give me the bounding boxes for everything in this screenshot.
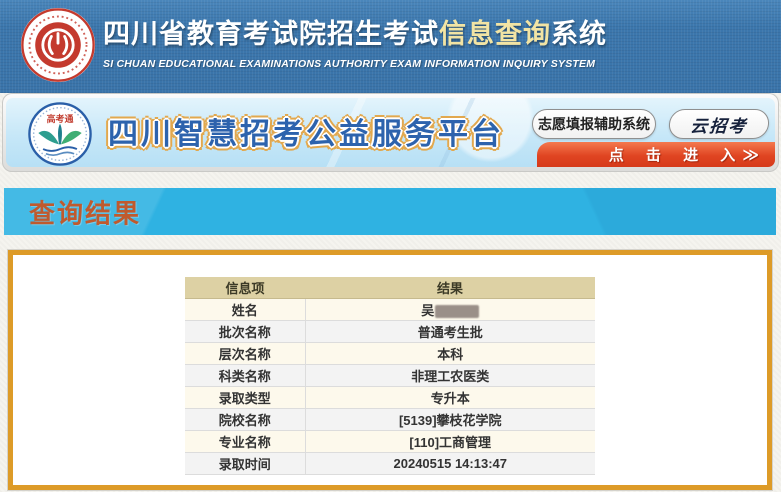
site-subtitle: SI CHUAN EDUCATIONAL EXAMINATIONS AUTHOR… <box>103 58 607 70</box>
row-value: [5139]攀枝花学院 <box>305 409 595 431</box>
row-label: 院校名称 <box>185 409 305 431</box>
site-title-highlight: 信息查询 <box>439 19 551 49</box>
row-value: 吴 <box>305 299 595 321</box>
row-label: 录取时间 <box>185 453 305 475</box>
row-value: 非理工农医类 <box>305 365 595 387</box>
yunzhaokao-button[interactable]: 云招考 <box>668 109 770 139</box>
row-value: 专升本 <box>305 387 595 409</box>
row-value: 本科 <box>305 343 595 365</box>
platform-title: 四川智慧招考公益服务平台 <box>108 109 504 153</box>
row-label: 批次名称 <box>185 321 305 343</box>
table-row: 专业名称 [110]工商管理 <box>185 431 595 453</box>
table-row: 批次名称 普通考生批 <box>185 321 595 343</box>
row-label: 层次名称 <box>185 343 305 365</box>
site-titles: 四川省教育考试院招生考试信息查询系统 SI CHUAN EDUCATIONAL … <box>103 12 607 70</box>
gaokaotong-logo-text: 高考通 <box>47 113 74 124</box>
table-row: 层次名称 本科 <box>185 343 595 365</box>
site-header: 四川省教育考试院招生考试信息查询系统 SI CHUAN EDUCATIONAL … <box>0 0 781 93</box>
volunteer-assist-system-button[interactable]: 志愿填报辅助系统 <box>532 109 656 139</box>
gaokaotong-logo: 高考通 <box>28 102 92 166</box>
click-enter-button[interactable]: 点 击 进 入 ≫ <box>537 142 775 167</box>
double-chevron-right-icon: ≫ <box>742 145 759 165</box>
name-visible-part: 吴 <box>421 303 434 318</box>
section-title: 查询结果 <box>29 193 141 230</box>
row-value: 20240515 14:13:47 <box>305 453 595 475</box>
row-value: [110]工商管理 <box>305 431 595 453</box>
column-header-result: 结果 <box>305 277 595 299</box>
row-label: 录取类型 <box>185 387 305 409</box>
click-enter-label: 点 击 进 入 <box>609 144 745 165</box>
column-header-item: 信息项 <box>185 277 305 299</box>
page: 四川省教育考试院招生考试信息查询系统 SI CHUAN EDUCATIONAL … <box>0 0 781 492</box>
table-header-row: 信息项 结果 <box>185 277 595 299</box>
name-redaction-box <box>435 305 479 318</box>
result-table: 信息项 结果 姓名 吴 批次名称 普通考生批 层次名称 本科 科类名 <box>185 277 595 475</box>
platform-banner: 高考通 四川智慧招考公益服务平台 志愿填报辅助系统 云招考 点 击 进 入 ≫ <box>6 98 775 167</box>
section-bar: 查询结果 <box>4 188 776 235</box>
sichuan-exam-seal-logo <box>20 7 96 83</box>
site-title: 四川省教育考试院招生考试信息查询系统 <box>103 12 607 51</box>
table-row: 院校名称 [5139]攀枝花学院 <box>185 409 595 431</box>
site-title-part1: 四川省教育考试院招生考试 <box>103 19 439 49</box>
table-row: 录取时间 20240515 14:13:47 <box>185 453 595 475</box>
table-row: 科类名称 非理工农医类 <box>185 365 595 387</box>
platform-banner-frame: 高考通 四川智慧招考公益服务平台 志愿填报辅助系统 云招考 点 击 进 入 ≫ <box>2 93 779 172</box>
table-row: 姓名 吴 <box>185 299 595 321</box>
row-value: 普通考生批 <box>305 321 595 343</box>
table-row: 录取类型 专升本 <box>185 387 595 409</box>
site-title-part2: 系统 <box>551 19 607 49</box>
row-label: 专业名称 <box>185 431 305 453</box>
result-panel: 信息项 结果 姓名 吴 批次名称 普通考生批 层次名称 本科 科类名 <box>8 250 772 490</box>
row-label: 姓名 <box>185 299 305 321</box>
row-label: 科类名称 <box>185 365 305 387</box>
